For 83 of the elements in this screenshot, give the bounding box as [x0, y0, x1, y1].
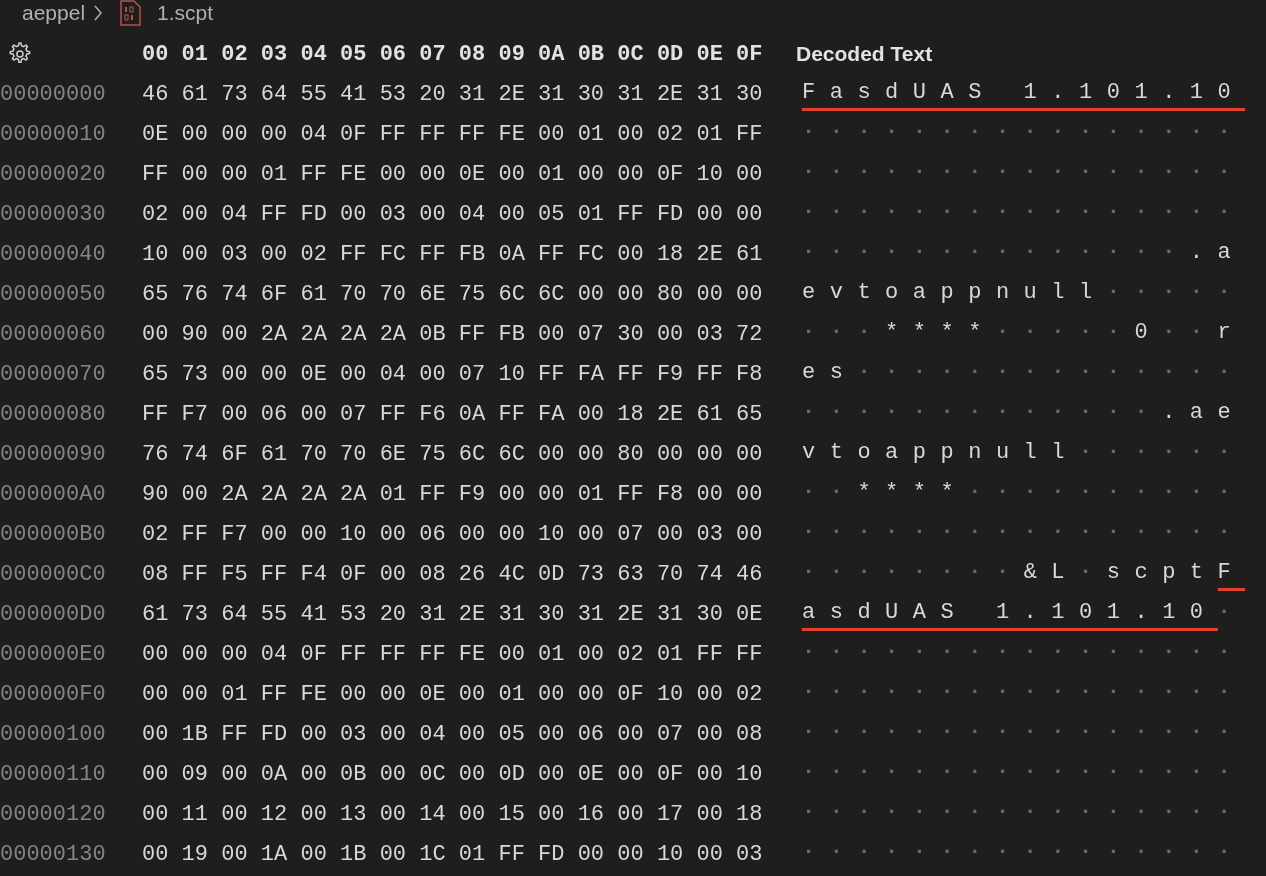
offset-label: 000000A0 — [0, 481, 106, 507]
hex-bytes: 00 11 00 12 00 13 00 14 00 15 00 16 00 17 00 18 — [142, 801, 763, 827]
hex-bytes: 00 1B FF FD 00 03 00 04 00 05 00 06 00 07 00 08 — [142, 721, 763, 747]
offset-label: 00000040 — [0, 241, 106, 267]
offset-label: 00000120 — [0, 801, 106, 827]
unprintable-dots: ················ — [802, 158, 1246, 187]
hex-bytes: FF F7 00 06 00 07 FF F6 0A FF FA 00 18 2E 61 65 — [142, 401, 763, 427]
hex-bytes: 00 09 00 0A 00 0B 00 0C 00 0D 00 0E 00 0F 00 10 — [142, 761, 763, 787]
unprintable-dots: ················ — [802, 518, 1246, 547]
unprintable-dots: ·· — [1162, 318, 1218, 347]
unprintable-dots: ················ — [802, 198, 1246, 227]
offset-label: 00000000 — [0, 81, 106, 107]
decoded-text-header: Decoded Text — [796, 41, 933, 68]
decoded-text: F — [1217, 557, 1246, 591]
chevron-icon — [93, 4, 104, 22]
hex-bytes: 02 FF F7 00 00 10 00 06 00 00 10 00 07 00 03 00 — [142, 521, 763, 547]
offset-label: 00000060 — [0, 321, 106, 347]
decoded-text: scpt — [1106, 558, 1218, 587]
hex-bytes: 90 00 2A 2A 2A 2A 01 FF F9 00 00 01 FF F8 00 00 — [142, 481, 763, 507]
offset-label: 000000F0 — [0, 681, 106, 707]
hex-bytes: 02 00 04 FF FD 00 03 00 04 00 05 01 FF FD 00 00 — [142, 201, 763, 227]
hex-bytes: 46 61 73 64 55 41 53 20 31 2E 31 30 31 2E 31 30 — [142, 81, 763, 107]
hex-bytes: 00 90 00 2A 2A 2A 2A 0B FF FB 00 07 30 00 03 72 — [142, 321, 763, 347]
unprintable-dots: ················ — [802, 638, 1246, 667]
unprintable-dots: ······ — [1079, 438, 1246, 467]
offset-label: 000000B0 — [0, 521, 106, 547]
decoded-text: **** — [857, 478, 969, 507]
unprintable-dots: ················ — [802, 718, 1246, 747]
unprintable-dots: ················ — [802, 838, 1246, 867]
hex-bytes: 00 00 00 04 0F FF FF FF FE 00 01 00 02 01 FF FF — [142, 641, 763, 667]
offset-label: 00000080 — [0, 401, 106, 427]
unprintable-dots: ····· — [1106, 278, 1246, 307]
hex-bytes: 65 73 00 00 0E 00 04 00 07 10 FF FA FF F9 FF F8 — [142, 361, 763, 387]
hex-bytes: 00 19 00 1A 00 1B 00 1C 01 FF FD 00 00 10 00 03 — [142, 841, 763, 867]
offset-label: 000000E0 — [0, 641, 106, 667]
decoded-text: .ae — [1162, 398, 1246, 427]
unprintable-dots: ·········· — [968, 478, 1246, 507]
file-name[interactable]: 1.scpt — [157, 0, 214, 29]
offset-label: 00000050 — [0, 281, 106, 307]
decoded-text: vtoappnull — [802, 438, 1080, 467]
offset-label: 00000130 — [0, 841, 106, 867]
unprintable-dots: · — [1079, 558, 1107, 587]
unprintable-dots: ··· — [802, 318, 886, 347]
offset-label: 00000100 — [0, 721, 106, 747]
unprintable-dots: ········ — [802, 558, 1024, 587]
offset-label: 00000030 — [0, 201, 106, 227]
decoded-text: r — [1217, 318, 1246, 347]
decoded-text: FasdUAS 1.101.10 — [802, 77, 1246, 111]
unprintable-dots: ················ — [802, 798, 1246, 827]
unprintable-dots: ·············· — [857, 358, 1246, 387]
unprintable-dots: ····· — [995, 318, 1135, 347]
unprintable-dots: ·············· — [802, 238, 1190, 267]
hex-bytes: 00 00 01 FF FE 00 00 0E 00 01 00 00 0F 10 00 02 — [142, 681, 763, 707]
offset-label: 00000110 — [0, 761, 106, 787]
offset-label: 000000D0 — [0, 601, 106, 627]
hex-bytes: 10 00 03 00 02 FF FC FF FB 0A FF FC 00 18 2E 61 — [142, 241, 763, 267]
hex-bytes: FF 00 00 01 FF FE 00 00 0E 00 01 00 00 0F 10 00 — [142, 161, 763, 187]
unprintable-dots: ················ — [802, 678, 1246, 707]
decoded-text: .a — [1189, 238, 1246, 267]
unprintable-dots: ·· — [802, 478, 858, 507]
offset-label: 000000C0 — [0, 561, 106, 587]
hex-bytes: 76 74 6F 61 70 70 6E 75 6C 6C 00 00 80 00 00 00 — [142, 441, 763, 467]
decoded-text: es — [802, 358, 858, 387]
decoded-text: &L — [1023, 558, 1080, 587]
offset-label: 00000010 — [0, 121, 106, 147]
folder-name[interactable]: aeppel — [22, 0, 86, 29]
decoded-text: **** — [885, 318, 996, 347]
offset-label: 00000090 — [0, 441, 106, 467]
unprintable-dots: · — [1217, 598, 1246, 627]
hex-bytes: 08 FF F5 FF F4 0F 00 08 26 4C 0D 73 63 70 74 46 — [142, 561, 763, 587]
unprintable-dots: ················ — [802, 758, 1246, 787]
offset-label: 00000070 — [0, 361, 106, 387]
unprintable-dots: ················ — [802, 118, 1246, 147]
column-header: 00 01 02 03 04 05 06 07 08 09 0A 0B 0C 0D 0E 0F — [142, 41, 763, 67]
hex-bytes: 61 73 64 55 41 53 20 31 2E 31 30 31 2E 31 30 0E — [142, 601, 763, 627]
hex-bytes: 0E 00 00 00 04 0F FF FF FF FE 00 01 00 02 01 FF — [142, 121, 763, 147]
decoded-text: asdUAS 1.101.10 — [802, 597, 1218, 631]
hex-bytes: 65 76 74 6F 61 70 70 6E 75 6C 6C 00 00 80 00 00 — [142, 281, 763, 307]
offset-label: 00000020 — [0, 161, 106, 187]
decoded-text: 0 — [1134, 318, 1163, 347]
unprintable-dots: ············· — [802, 398, 1163, 427]
decoded-text: evtoappnull — [802, 278, 1107, 307]
binary-file-icon — [119, 0, 142, 26]
